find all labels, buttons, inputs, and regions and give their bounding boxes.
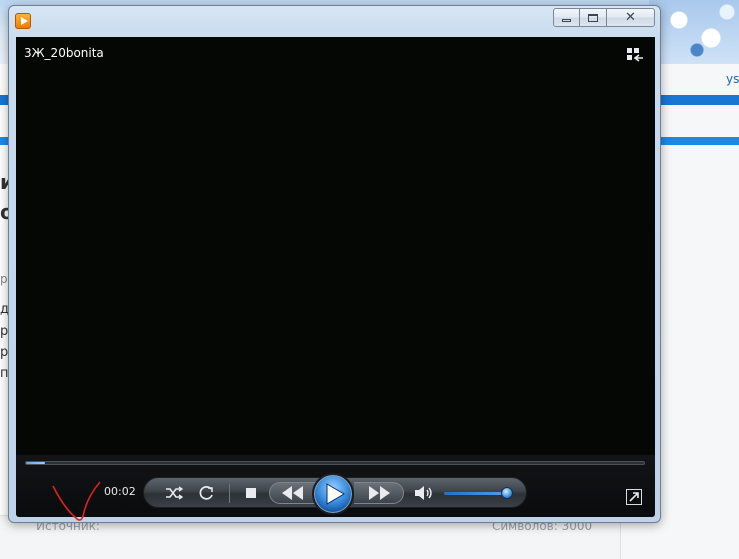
play-button[interactable] xyxy=(312,473,354,515)
restore-button[interactable] xyxy=(580,8,607,27)
elapsed-time: 00:02 xyxy=(104,485,136,498)
volume-slider-thumb[interactable] xyxy=(501,487,513,499)
close-button[interactable]: ✕ xyxy=(607,8,655,27)
restore-icon xyxy=(588,13,598,22)
fullscreen-icon xyxy=(629,492,639,502)
background-link[interactable]: ys xyxy=(726,72,739,86)
seek-progress xyxy=(26,462,45,464)
speaker-icon xyxy=(415,486,432,500)
shuffle-icon xyxy=(166,486,183,500)
playback-controls: 00:02 xyxy=(16,455,655,517)
background-text-fragment: р xyxy=(0,272,8,286)
red-annotation-mark xyxy=(52,481,101,521)
fullscreen-button[interactable] xyxy=(626,489,642,505)
close-icon: ✕ xyxy=(625,10,636,25)
shuffle-button[interactable] xyxy=(164,483,184,503)
video-title: 3Ж_20bonita xyxy=(24,46,104,60)
stop-button[interactable] xyxy=(242,484,260,502)
mute-button[interactable] xyxy=(414,484,434,502)
window-caption-buttons: ✕ xyxy=(553,8,655,27)
minimize-icon xyxy=(562,19,571,22)
background-flowers-image xyxy=(649,0,739,64)
video-display[interactable]: 3Ж_20bonita xyxy=(16,37,655,463)
repeat-icon xyxy=(199,486,213,500)
window-titlebar[interactable]: ✕ xyxy=(9,6,660,34)
play-icon xyxy=(326,483,345,505)
next-icon xyxy=(369,486,390,500)
minimize-button[interactable] xyxy=(553,8,580,27)
repeat-button[interactable] xyxy=(196,483,216,503)
transport-controls xyxy=(143,473,527,515)
switch-to-library-icon[interactable] xyxy=(626,47,644,63)
previous-icon xyxy=(282,486,303,500)
controls-divider xyxy=(229,484,230,503)
stop-icon xyxy=(246,488,256,498)
seek-bar[interactable] xyxy=(25,461,645,465)
media-player-app-icon[interactable] xyxy=(15,13,31,29)
next-button[interactable] xyxy=(354,482,404,504)
media-player-window: ✕ 3Ж_20bonita 00:02 xyxy=(8,5,661,523)
